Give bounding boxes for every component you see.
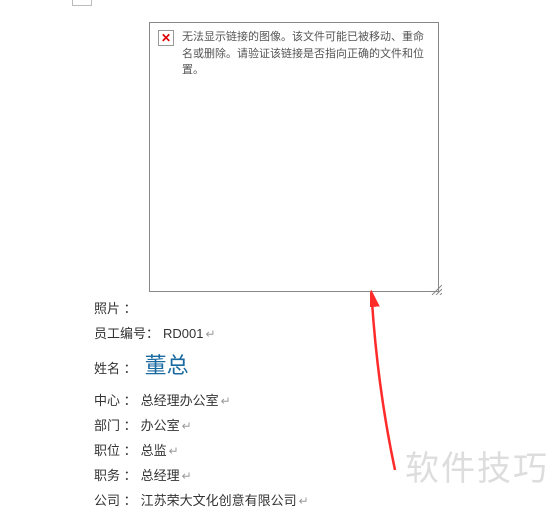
name-value: 董总: [145, 348, 189, 380]
paragraph-mark-icon: ↵: [221, 394, 231, 408]
paragraph-mark-icon: ↵: [182, 419, 192, 433]
paragraph-mark-icon: ↵: [182, 469, 192, 483]
center-value: 总经理办公室: [141, 390, 219, 409]
photo-label: 照片 ：: [94, 298, 137, 317]
field-empno: 员工编号： RD001 ↵: [94, 323, 309, 342]
field-photo: 照片 ：: [94, 298, 309, 317]
title-label: 职位 ：: [94, 440, 137, 459]
duty-label: 职务 ：: [94, 465, 137, 484]
field-dept: 部门 ： 办公室 ↵: [94, 415, 309, 434]
company-label: 公司 ：: [94, 490, 137, 509]
linked-image-placeholder[interactable]: ✕ 无法显示链接的图像。该文件可能已被移动、重命名或删除。请验证该链接是否指向正…: [149, 22, 439, 292]
image-error-text: 无法显示链接的图像。该文件可能已被移动、重命名或删除。请验证该链接是否指向正确的…: [182, 29, 430, 79]
fields-block: 照片 ： 员工编号： RD001 ↵ 姓名 ： 董总 中心 ： 总经理办公室 ↵…: [94, 298, 309, 515]
watermark-text: 软件技巧: [405, 441, 549, 490]
paragraph-mark-icon: ↵: [205, 327, 215, 341]
empno-label: 员工编号：: [94, 323, 159, 342]
paragraph-mark-icon: ↵: [169, 444, 179, 458]
dept-value: 办公室: [141, 415, 180, 434]
field-company: 公司 ： 江苏荣大文化创意有限公司 ↵: [94, 490, 309, 509]
resize-handle-icon[interactable]: [430, 283, 442, 295]
duty-value: 总经理: [141, 465, 180, 484]
x-mark-icon: ✕: [161, 32, 171, 44]
title-value: 总监: [141, 440, 167, 459]
field-title: 职位 ： 总监 ↵: [94, 440, 309, 459]
image-error-panel: ✕ 无法显示链接的图像。该文件可能已被移动、重命名或删除。请验证该链接是否指向正…: [150, 23, 438, 85]
center-label: 中心 ：: [94, 390, 137, 409]
broken-image-icon: ✕: [158, 30, 174, 46]
paragraph-mark-icon: ↵: [299, 494, 309, 508]
top-fragment-box: [72, 0, 92, 6]
name-label: 姓名 ：: [94, 358, 137, 377]
dept-label: 部门 ：: [94, 415, 137, 434]
field-duty: 职务 ： 总经理 ↵: [94, 465, 309, 484]
company-value: 江苏荣大文化创意有限公司: [141, 490, 297, 509]
field-center: 中心 ： 总经理办公室 ↵: [94, 390, 309, 409]
field-name: 姓名 ： 董总: [94, 348, 309, 380]
empno-value: RD001: [163, 326, 203, 341]
